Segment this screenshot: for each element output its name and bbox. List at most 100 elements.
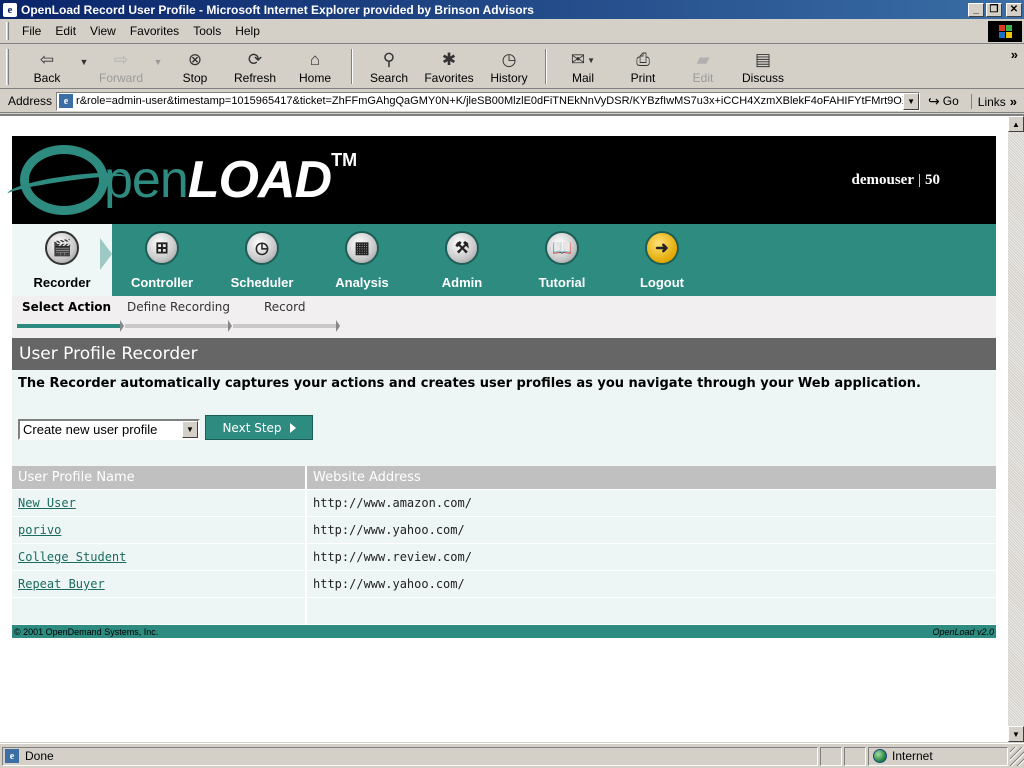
menu-view[interactable]: View bbox=[83, 24, 123, 38]
restore-button[interactable]: ❐ bbox=[986, 2, 1002, 17]
action-select[interactable]: Create new user profile ▼ bbox=[18, 419, 200, 440]
step-bar-2 bbox=[125, 324, 229, 328]
history-icon: ◷ bbox=[501, 50, 517, 69]
step-bar-3 bbox=[233, 324, 337, 328]
table-row: Repeat Buyer http://www.yahoo.com/ bbox=[12, 571, 996, 598]
security-zone: Internet bbox=[868, 746, 1008, 766]
discuss-button[interactable]: ▤ Discuss bbox=[733, 45, 793, 88]
toolbar-separator bbox=[545, 49, 547, 84]
page-title: User Profile Recorder bbox=[12, 338, 996, 370]
print-button[interactable]: ⎙ Print bbox=[613, 45, 673, 88]
refresh-button[interactable]: ⟳ Refresh bbox=[225, 45, 285, 88]
printer-icon: ⎙ bbox=[636, 50, 650, 69]
website-address: http://www.amazon.com/ bbox=[313, 496, 472, 510]
table-row-empty bbox=[12, 598, 996, 625]
table-header: User Profile Name Website Address bbox=[12, 466, 996, 490]
logo-o-ring bbox=[20, 145, 108, 215]
user-separator: | bbox=[917, 172, 921, 188]
mail-icon: ✉ ▼ bbox=[570, 50, 596, 69]
openload-page: pen LOAD TM demouser | 50 🎬 Recorder ⊞ Con… bbox=[12, 136, 996, 638]
step-divider bbox=[120, 320, 124, 332]
nav-controller[interactable]: ⊞ Controller bbox=[112, 224, 212, 296]
logo-text-load: LOAD bbox=[187, 151, 332, 209]
resize-grip[interactable] bbox=[1010, 746, 1024, 766]
recorder-description: The Recorder automatically captures your… bbox=[18, 376, 921, 391]
back-dropdown[interactable]: ▼ bbox=[77, 45, 91, 88]
nav-recorder[interactable]: 🎬 Recorder bbox=[12, 224, 112, 296]
user-info: demouser | 50 bbox=[851, 172, 940, 189]
windows-logo-icon bbox=[988, 20, 1022, 42]
menu-tools[interactable]: Tools bbox=[186, 24, 228, 38]
nav-scheduler[interactable]: ◷ Scheduler bbox=[212, 224, 312, 296]
profile-name-link[interactable]: porivo bbox=[12, 517, 307, 543]
go-button[interactable]: ↪ Go bbox=[928, 93, 959, 110]
next-step-button[interactable]: Next Step bbox=[205, 415, 313, 440]
home-button[interactable]: ⌂ Home bbox=[285, 45, 345, 88]
play-arrow-icon bbox=[289, 422, 296, 433]
toolbar-separator bbox=[351, 49, 353, 84]
menubar-grip[interactable] bbox=[6, 22, 9, 40]
stop-button[interactable]: ⊗ Stop bbox=[165, 45, 225, 88]
zone-text: Internet bbox=[892, 749, 933, 763]
step-bar-1 bbox=[17, 324, 121, 328]
minimize-button[interactable]: _ bbox=[968, 2, 984, 17]
recorder-intro: The Recorder automatically captures your… bbox=[12, 370, 996, 466]
column-header-website: Website Address bbox=[313, 470, 421, 485]
step-divider bbox=[228, 320, 232, 332]
home-icon: ⌂ bbox=[309, 50, 321, 69]
scroll-up-button[interactable]: ▲ bbox=[1008, 116, 1024, 132]
page-icon: e bbox=[5, 749, 19, 763]
back-arrow-icon: ⇦ bbox=[39, 50, 55, 69]
close-button[interactable]: ✕ bbox=[1006, 2, 1022, 17]
menu-edit[interactable]: Edit bbox=[48, 24, 83, 38]
empty-cell bbox=[307, 598, 996, 624]
step-define-recording: Define Recording bbox=[127, 300, 231, 314]
edit-button[interactable]: ▰ Edit bbox=[673, 45, 733, 88]
version: OpenLoad v2.0 bbox=[932, 626, 994, 637]
forward-button[interactable]: ⇨ Forward bbox=[91, 45, 151, 88]
step-record: Record bbox=[264, 300, 306, 314]
chevron-down-icon[interactable]: ▼ bbox=[182, 421, 198, 438]
empty-cell bbox=[12, 598, 307, 624]
toolbar-overflow-chevron[interactable]: » bbox=[1005, 45, 1024, 88]
links-button[interactable]: Links» bbox=[970, 93, 1018, 109]
profile-name-link[interactable]: New User bbox=[12, 490, 307, 516]
links-chevron-icon: » bbox=[1009, 93, 1018, 109]
profile-name-link[interactable]: Repeat Buyer bbox=[12, 571, 307, 597]
scroll-down-button[interactable]: ▼ bbox=[1008, 726, 1024, 742]
nav-admin[interactable]: ⚒ Admin bbox=[412, 224, 512, 296]
address-label: Address bbox=[8, 94, 53, 108]
address-input[interactable]: e r&role=admin-user&timestamp=1015965417… bbox=[56, 91, 921, 111]
back-button[interactable]: ⇦ Back bbox=[17, 45, 77, 88]
website-address: http://www.review.com/ bbox=[313, 550, 472, 564]
menu-file[interactable]: File bbox=[15, 24, 48, 38]
main-nav: 🎬 Recorder ⊞ Controller ◷ Scheduler ▦ An… bbox=[12, 224, 996, 296]
nav-analysis[interactable]: ▦ Analysis bbox=[312, 224, 412, 296]
history-button[interactable]: ◷ History bbox=[479, 45, 539, 88]
vertical-scrollbar[interactable]: ▲ ▼ bbox=[1008, 116, 1024, 742]
refresh-icon: ⟳ bbox=[247, 50, 263, 69]
mail-button[interactable]: ✉ ▼ Mail bbox=[553, 45, 613, 88]
profile-name-link[interactable]: College Student bbox=[12, 544, 307, 570]
logo-trademark: TM bbox=[331, 150, 358, 170]
window-titlebar: e OpenLoad Record User Profile - Microso… bbox=[0, 0, 1024, 19]
menu-help[interactable]: Help bbox=[228, 24, 267, 38]
page-icon: e bbox=[59, 94, 74, 108]
menu-favorites[interactable]: Favorites bbox=[123, 24, 186, 38]
standard-toolbar: ⇦ Back ▼ ⇨ Forward ▼ ⊗ Stop ⟳ Refresh ⌂ … bbox=[0, 45, 1024, 89]
forward-dropdown[interactable]: ▼ bbox=[151, 45, 165, 88]
network-icon: ⊞ bbox=[145, 231, 179, 265]
username: demouser bbox=[851, 172, 914, 188]
address-dropdown[interactable]: ▼ bbox=[903, 92, 920, 110]
toolbar-grip[interactable] bbox=[6, 49, 9, 85]
globe-icon bbox=[873, 749, 887, 763]
search-button[interactable]: ⚲ Search bbox=[359, 45, 419, 88]
nav-logout[interactable]: ➜ Logout bbox=[612, 224, 712, 296]
address-url[interactable]: r&role=admin-user&timestamp=1015965417&t… bbox=[76, 95, 903, 107]
page-footer: © 2001 OpenDemand Systems, Inc. OpenLoad… bbox=[12, 625, 996, 638]
nav-tutorial[interactable]: 📖 Tutorial bbox=[512, 224, 612, 296]
table-row: porivo http://www.yahoo.com/ bbox=[12, 517, 996, 544]
favorites-button[interactable]: ✱ Favorites bbox=[419, 45, 479, 88]
step-divider bbox=[336, 320, 340, 332]
window-title: OpenLoad Record User Profile - Microsoft… bbox=[21, 2, 534, 17]
